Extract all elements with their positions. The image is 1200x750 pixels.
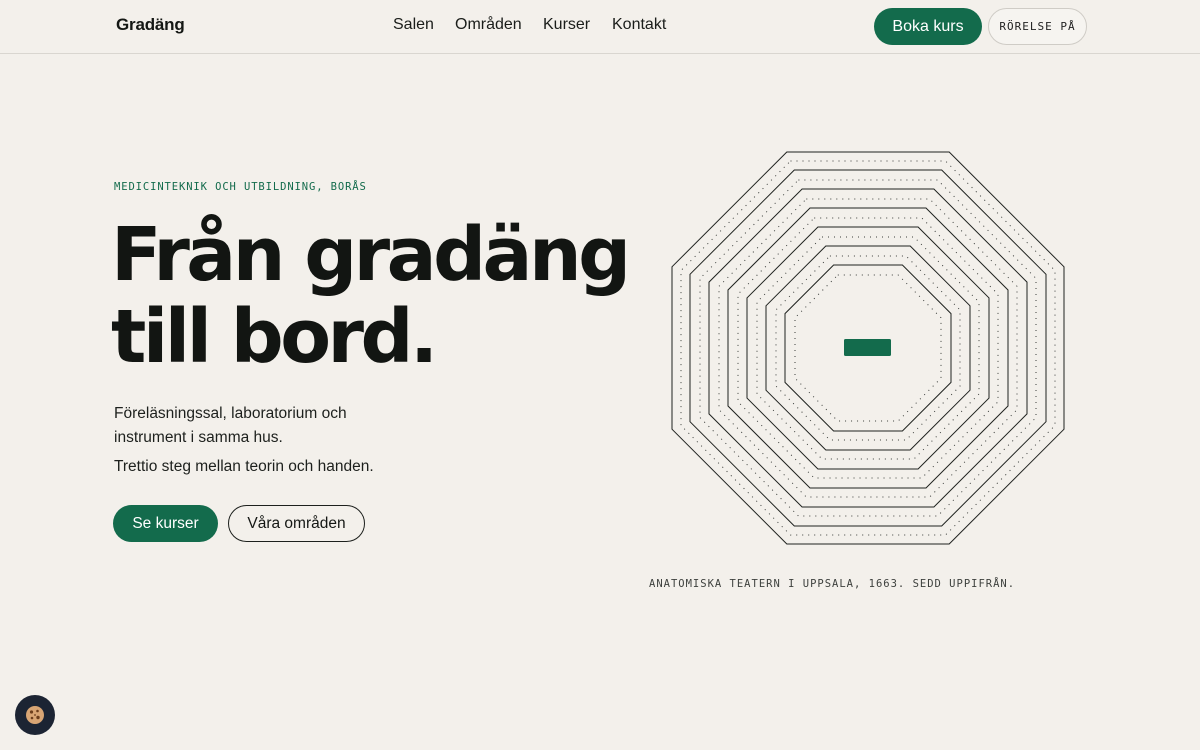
nav-salen[interactable]: Salen <box>393 16 434 34</box>
site-header: Gradäng Salen Områden Kurser Kontakt Bok… <box>0 0 1200 54</box>
logo[interactable]: Gradäng <box>116 15 185 35</box>
cookie-icon <box>26 706 44 724</box>
anatomical-theatre-illustration <box>671 151 1065 545</box>
nav-kurser[interactable]: Kurser <box>543 16 590 34</box>
hero-headline: Från gradäng till bord. <box>111 214 651 378</box>
hero-lead: Föreläsningssal, laboratorium och instru… <box>114 405 347 446</box>
illustration-caption: ANATOMISKA TEATERN I UPPSALA, 1663. SEDD… <box>649 578 1016 590</box>
hero-lead-2: Trettio steg mellan teorin och handen. <box>114 458 374 475</box>
headline-line-1: Från gradäng <box>111 212 631 298</box>
book-course-button[interactable]: Boka kurs <box>874 8 982 45</box>
see-courses-button[interactable]: Se kurser <box>113 505 218 542</box>
hero-eyebrow: MEDICINTEKNIK OCH UTBILDNING, BORÅS <box>114 181 367 193</box>
dissection-table <box>844 339 891 356</box>
motion-toggle-button[interactable]: RÖRELSE PÅ <box>988 8 1087 45</box>
headline-line-2: till bord. <box>111 294 438 380</box>
our-areas-button[interactable]: Våra områden <box>228 505 365 542</box>
nav-kontakt[interactable]: Kontakt <box>612 16 666 34</box>
cookie-settings-button[interactable] <box>15 695 55 735</box>
nav-omraden[interactable]: Områden <box>455 16 522 34</box>
